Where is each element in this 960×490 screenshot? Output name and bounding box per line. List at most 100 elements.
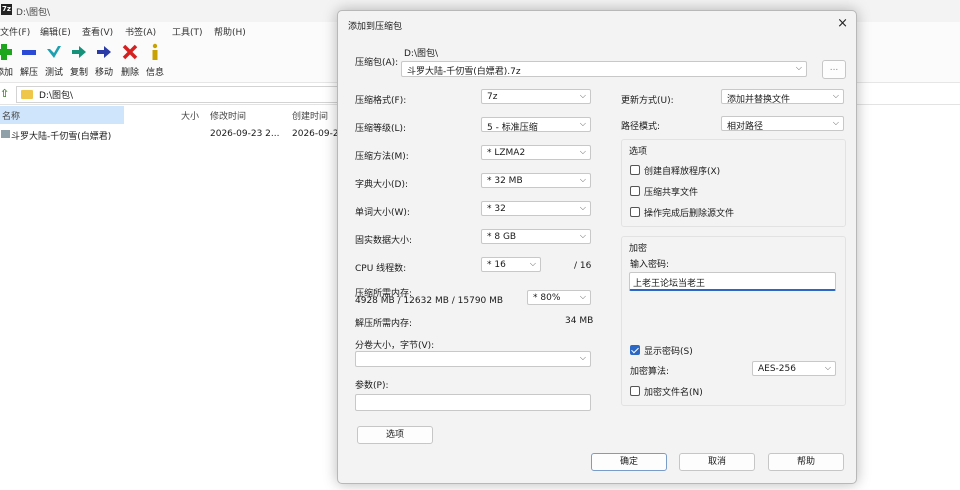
split-size-combo[interactable]: ⌵ bbox=[355, 351, 591, 367]
delete-after-label: 操作完成后删除源文件 bbox=[644, 209, 735, 219]
dict-label: 字典大小(D): bbox=[355, 180, 408, 190]
copy-label: 复制 bbox=[69, 68, 88, 78]
copy-button[interactable]: 复制 bbox=[67, 43, 91, 78]
test-button[interactable]: 测试 bbox=[42, 43, 66, 78]
info-button[interactable]: 信息 bbox=[143, 43, 167, 78]
split-label: 分卷大小，字节(V): bbox=[355, 341, 435, 351]
delete-button[interactable]: 删除 bbox=[118, 43, 142, 78]
folder-icon bbox=[21, 90, 33, 99]
chevron-down-icon: ⌵ bbox=[529, 259, 536, 268]
minus-icon bbox=[22, 50, 36, 55]
cancel-button[interactable]: 取消 bbox=[679, 453, 755, 471]
archive-dir: D:\图包\ bbox=[404, 49, 439, 59]
add-button[interactable]: 添加 bbox=[0, 43, 16, 78]
solid-label: 固实数据大小: bbox=[355, 236, 413, 246]
menu-edit[interactable]: 编辑(E) bbox=[40, 25, 71, 38]
archive-label: 压缩包(A): bbox=[355, 58, 399, 68]
cpu-label: CPU 线程数: bbox=[355, 264, 407, 274]
solid-select[interactable]: * 8 GB ⌵ bbox=[481, 229, 591, 244]
menu-help[interactable]: 帮助(H) bbox=[214, 25, 246, 38]
menu-tools[interactable]: 工具(T) bbox=[172, 25, 203, 38]
move-label: 移动 bbox=[94, 68, 113, 78]
chevron-down-icon: ⌵ bbox=[579, 147, 586, 156]
add-label: 添加 bbox=[0, 68, 13, 78]
params-input[interactable] bbox=[355, 394, 591, 411]
encrypt-names-label: 加密文件名(N) bbox=[644, 388, 703, 398]
dialog-title: 添加到压缩包 bbox=[348, 22, 403, 32]
mem-comp-detail: 4928 MB / 12632 MB / 15790 MB bbox=[355, 296, 504, 306]
delete-after-checkbox[interactable] bbox=[630, 207, 640, 217]
show-password-label: 显示密码(S) bbox=[644, 347, 693, 357]
encryption-method-select[interactable]: AES-256 ⌵ bbox=[752, 361, 836, 376]
move-button[interactable]: 移动 bbox=[92, 43, 116, 78]
sfx-checkbox[interactable] bbox=[630, 165, 640, 175]
close-icon[interactable]: × bbox=[837, 16, 848, 31]
chevron-down-icon: ⌵ bbox=[832, 118, 839, 127]
up-folder-icon[interactable]: ⇧ bbox=[0, 87, 9, 100]
ok-button[interactable]: 确定 bbox=[591, 453, 667, 471]
sfx-label: 创建自释放程序(X) bbox=[644, 167, 721, 177]
column-created[interactable]: 创建时间 bbox=[292, 109, 328, 122]
path-mode-select[interactable]: 相对路径 ⌵ bbox=[721, 116, 844, 132]
cpu-total: / 16 bbox=[574, 261, 592, 271]
test-label: 测试 bbox=[44, 68, 63, 78]
dict-select[interactable]: * 32 MB ⌵ bbox=[481, 173, 591, 188]
chevron-down-icon: ⌵ bbox=[824, 363, 831, 372]
menu-view[interactable]: 查看(V) bbox=[82, 25, 113, 38]
row-modified: 2026-09-23 2... bbox=[210, 129, 280, 139]
show-password-checkbox[interactable] bbox=[630, 345, 640, 355]
info-label: 信息 bbox=[145, 68, 164, 78]
chevron-down-icon: ⌵ bbox=[579, 353, 586, 362]
window-title: D:\图包\ bbox=[16, 8, 51, 18]
options-button[interactable]: 选项 bbox=[357, 426, 433, 444]
word-label: 单词大小(W): bbox=[355, 208, 410, 218]
plus-icon bbox=[0, 44, 12, 60]
shared-files-checkbox[interactable] bbox=[630, 186, 640, 196]
menu-bookmarks[interactable]: 书签(A) bbox=[125, 25, 156, 38]
path-label: 路径模式: bbox=[621, 122, 661, 132]
encrypt-names-checkbox[interactable] bbox=[630, 386, 640, 396]
address-input[interactable]: D:\图包\ bbox=[16, 86, 348, 103]
extract-button[interactable]: 解压 bbox=[17, 43, 41, 78]
chevron-down-icon: ⌵ bbox=[579, 203, 586, 212]
chevron-down-icon: ⌵ bbox=[579, 91, 586, 100]
options-group-title: 选项 bbox=[629, 147, 648, 157]
level-label: 压缩等级(L): bbox=[355, 124, 407, 134]
password-input[interactable]: 上老王论坛当老王 bbox=[629, 272, 836, 291]
format-select[interactable]: 7z ⌵ bbox=[481, 89, 591, 104]
encryption-group: 加密 输入密码: 上老王论坛当老王 显示密码(S) 加密算法: AES-256 ⌵… bbox=[621, 236, 846, 406]
column-name[interactable]: 名称 bbox=[0, 106, 124, 124]
mem-usage-select[interactable]: * 80% ⌵ bbox=[527, 290, 591, 305]
column-size[interactable]: 大小 bbox=[181, 109, 199, 122]
chevron-down-icon: ⌵ bbox=[832, 91, 839, 100]
update-mode-select[interactable]: 添加并替换文件 ⌵ bbox=[721, 89, 844, 105]
browse-button[interactable]: ... bbox=[822, 60, 846, 79]
app-logo-icon: 7z bbox=[1, 4, 12, 15]
update-label: 更新方式(U): bbox=[621, 96, 674, 106]
chevron-down-icon: ⌵ bbox=[579, 292, 586, 301]
format-label: 压缩格式(F): bbox=[355, 96, 407, 106]
row-name: 斗罗大陆-千仞雪(白嫖君) bbox=[11, 132, 112, 142]
options-group: 选项 创建自释放程序(X) 压缩共享文件 操作完成后删除源文件 bbox=[621, 139, 846, 227]
method-select[interactable]: * LZMA2 ⌵ bbox=[481, 145, 591, 160]
encryption-method-label: 加密算法: bbox=[630, 367, 670, 377]
cpu-select[interactable]: * 16 ⌵ bbox=[481, 257, 541, 272]
shared-files-label: 压缩共享文件 bbox=[644, 188, 699, 198]
column-modified[interactable]: 修改时间 bbox=[210, 109, 246, 122]
help-button[interactable]: 帮助 bbox=[768, 453, 844, 471]
level-select[interactable]: 5 - 标准压缩 ⌵ bbox=[481, 117, 591, 133]
chevron-down-icon: ⌵ bbox=[795, 63, 802, 72]
add-to-archive-dialog: 添加到压缩包 × 压缩包(A): D:\图包\ 斗罗大陆-千仞雪(白嫖君).7z… bbox=[337, 10, 857, 484]
mem-decomp-label: 解压所需内存: bbox=[355, 319, 413, 329]
archive-name-combo[interactable]: 斗罗大陆-千仞雪(白嫖君).7z ⌵ bbox=[401, 61, 807, 77]
delete-label: 删除 bbox=[120, 68, 139, 78]
copy-arrow-icon bbox=[72, 46, 86, 58]
word-select[interactable]: * 32 ⌵ bbox=[481, 201, 591, 216]
chevron-down-icon: ⌵ bbox=[579, 231, 586, 240]
chevron-down-icon: ⌵ bbox=[579, 175, 586, 184]
chevron-down-icon: ⌵ bbox=[579, 119, 586, 128]
menu-file[interactable]: 文件(F) bbox=[0, 25, 30, 38]
mem-decomp-value: 34 MB bbox=[565, 316, 594, 326]
extract-label: 解压 bbox=[19, 68, 38, 78]
check-icon bbox=[47, 46, 61, 58]
